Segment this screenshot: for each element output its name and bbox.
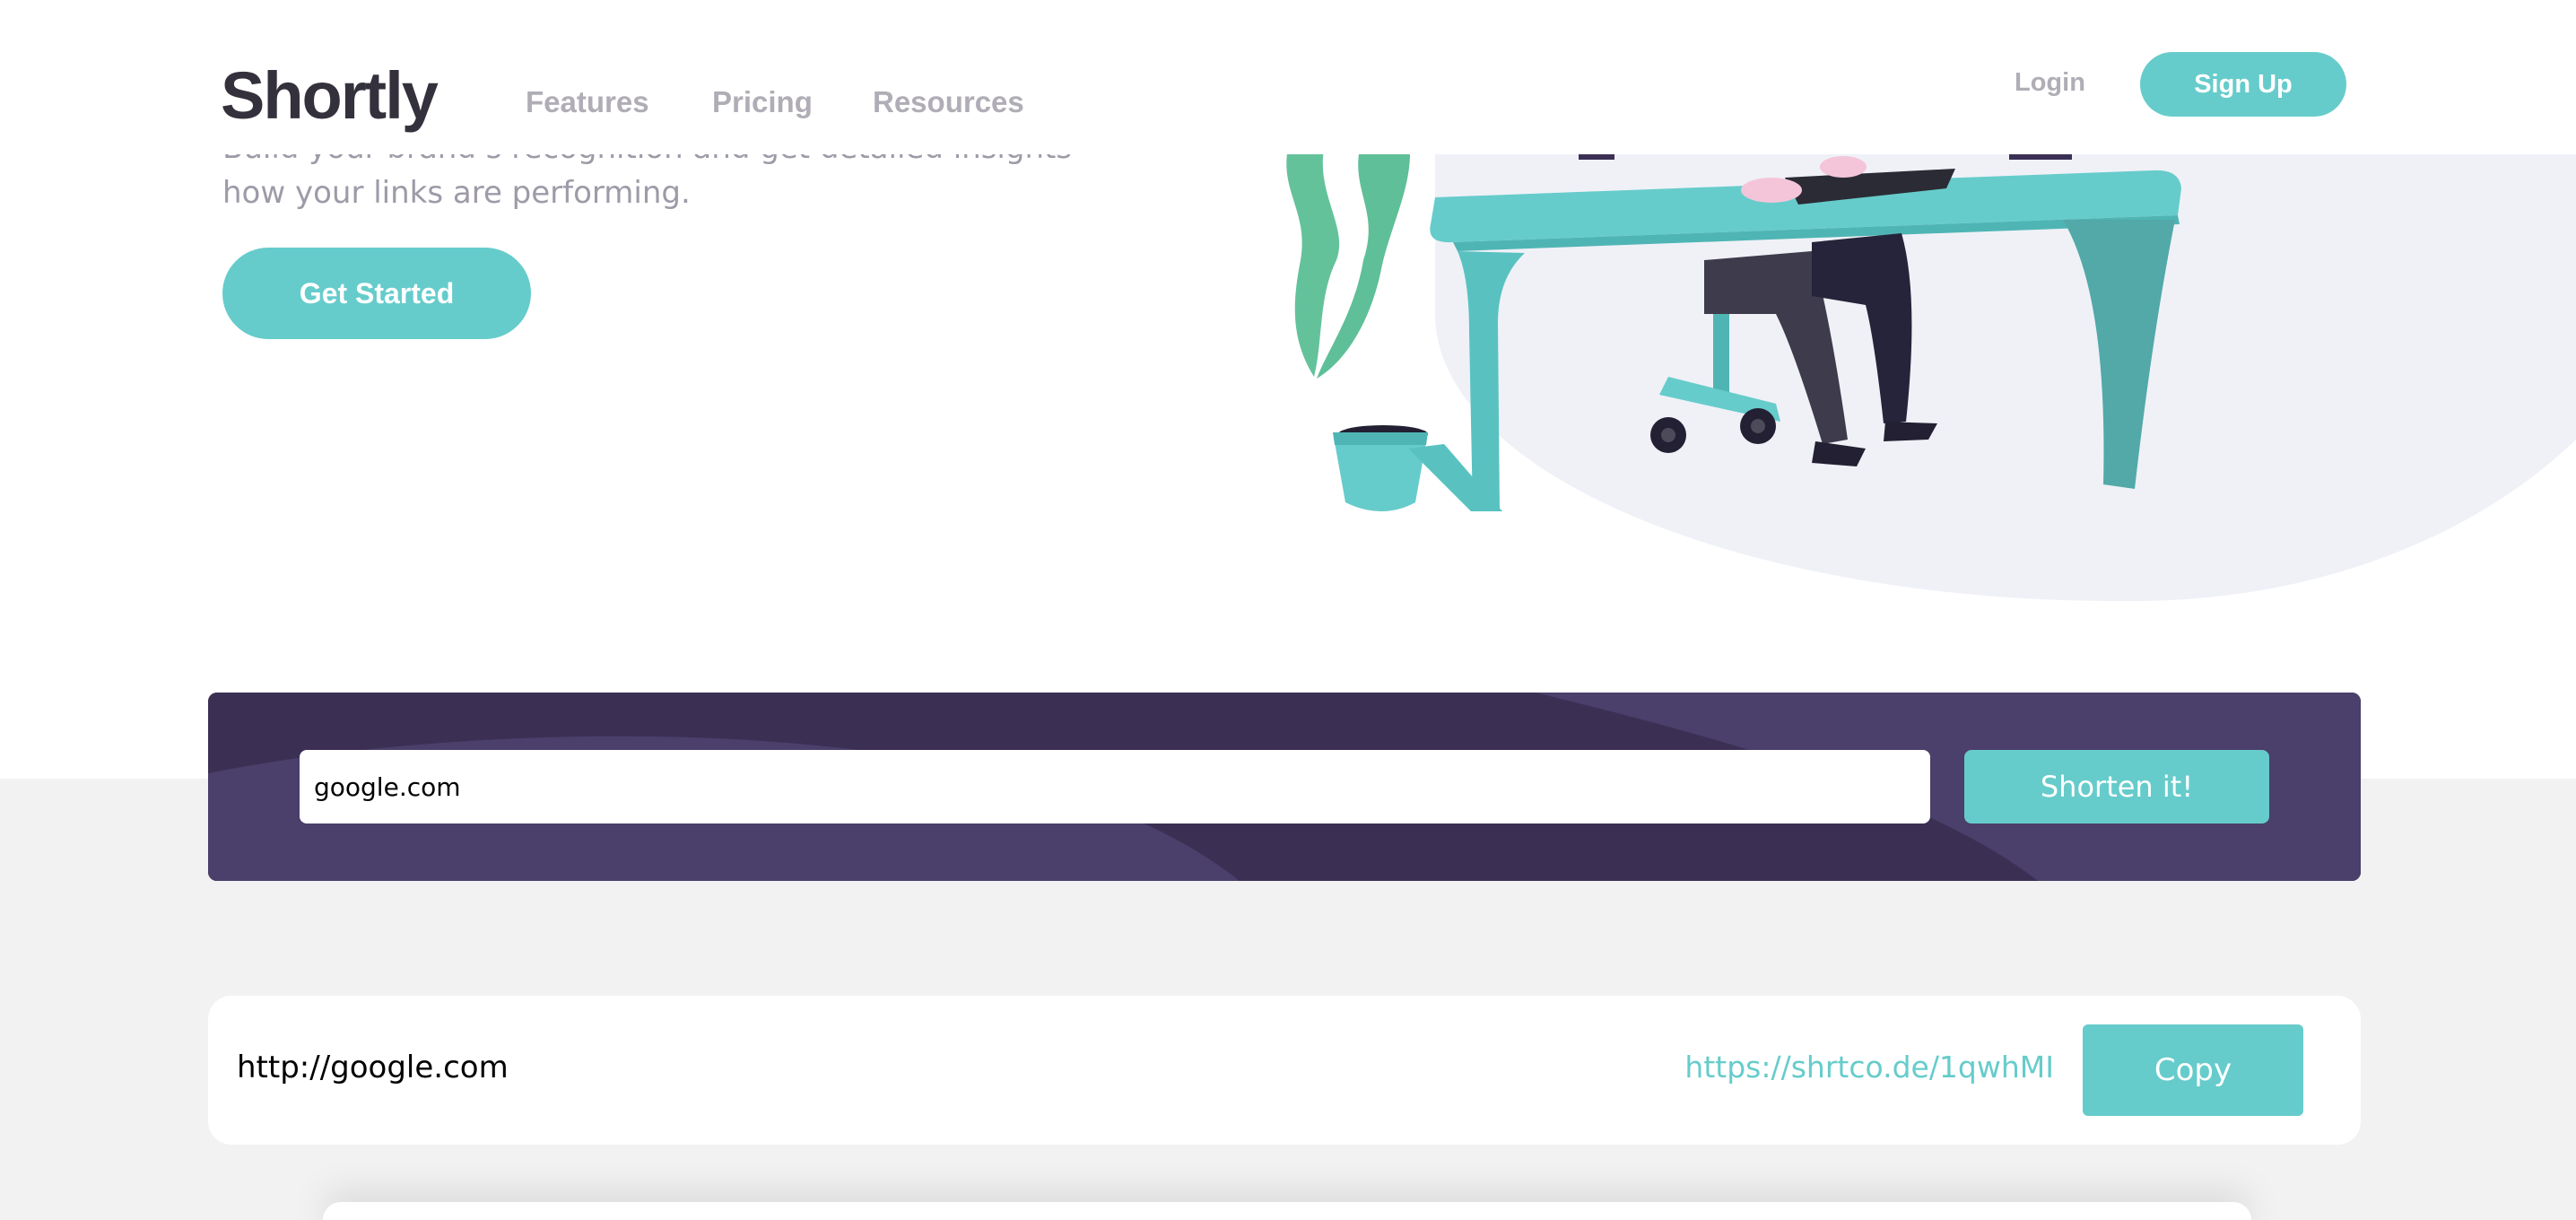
get-started-button[interactable]: Get Started (222, 248, 531, 339)
sign-up-button[interactable]: Sign Up (2140, 52, 2346, 117)
nav-resources[interactable]: Resources (873, 85, 1024, 119)
copy-button[interactable]: Copy (2083, 1024, 2303, 1116)
url-input[interactable] (300, 750, 1930, 824)
login-link[interactable]: Login (2015, 68, 2085, 98)
short-url-link[interactable]: https://shrtco.de/1qwhMI (1684, 1050, 2054, 1085)
shorten-button[interactable]: Shorten it! (1964, 750, 2269, 824)
original-url: http://google.com (237, 1050, 509, 1085)
logo[interactable]: Shortly (221, 57, 439, 134)
nav-pricing[interactable]: Pricing (712, 85, 813, 119)
nav-features[interactable]: Features (526, 85, 649, 119)
statistics-card-edge (323, 1202, 2251, 1220)
shortened-link-row: http://google.com https://shrtco.de/1qwh… (208, 996, 2361, 1145)
site-header: Shortly Features Pricing Resources Login… (0, 0, 2576, 154)
person-working-at-desk-illustration (1286, 135, 2181, 511)
shorten-form: Shorten it! (208, 693, 2361, 881)
hero-description-line-2: how your links are performing. (222, 175, 691, 211)
